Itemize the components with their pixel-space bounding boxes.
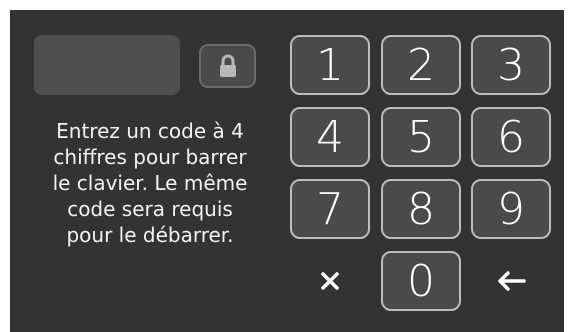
key-3[interactable]: 3: [471, 35, 551, 95]
key-2[interactable]: 2: [381, 35, 461, 95]
key-6[interactable]: 6: [471, 107, 551, 167]
key-0[interactable]: 0: [381, 251, 461, 311]
key-5[interactable]: 5: [381, 107, 461, 167]
instructions-text: Entrez un code à 4 chiffres pour barrer …: [52, 119, 248, 247]
key-4[interactable]: 4: [290, 107, 370, 167]
key-7[interactable]: 7: [290, 179, 370, 239]
close-icon: [321, 272, 339, 290]
code-display: [34, 35, 180, 95]
key-8[interactable]: 8: [381, 179, 461, 239]
arrow-left-icon: [498, 271, 526, 291]
key-9[interactable]: 9: [471, 179, 551, 239]
backspace-button[interactable]: [471, 251, 551, 311]
clear-button[interactable]: [290, 251, 370, 311]
lock-icon: [219, 54, 236, 77]
key-1[interactable]: 1: [290, 35, 370, 95]
keypad-lock-panel: Entrez un code à 4 chiffres pour barrer …: [10, 10, 564, 332]
lock-button[interactable]: [199, 44, 256, 88]
